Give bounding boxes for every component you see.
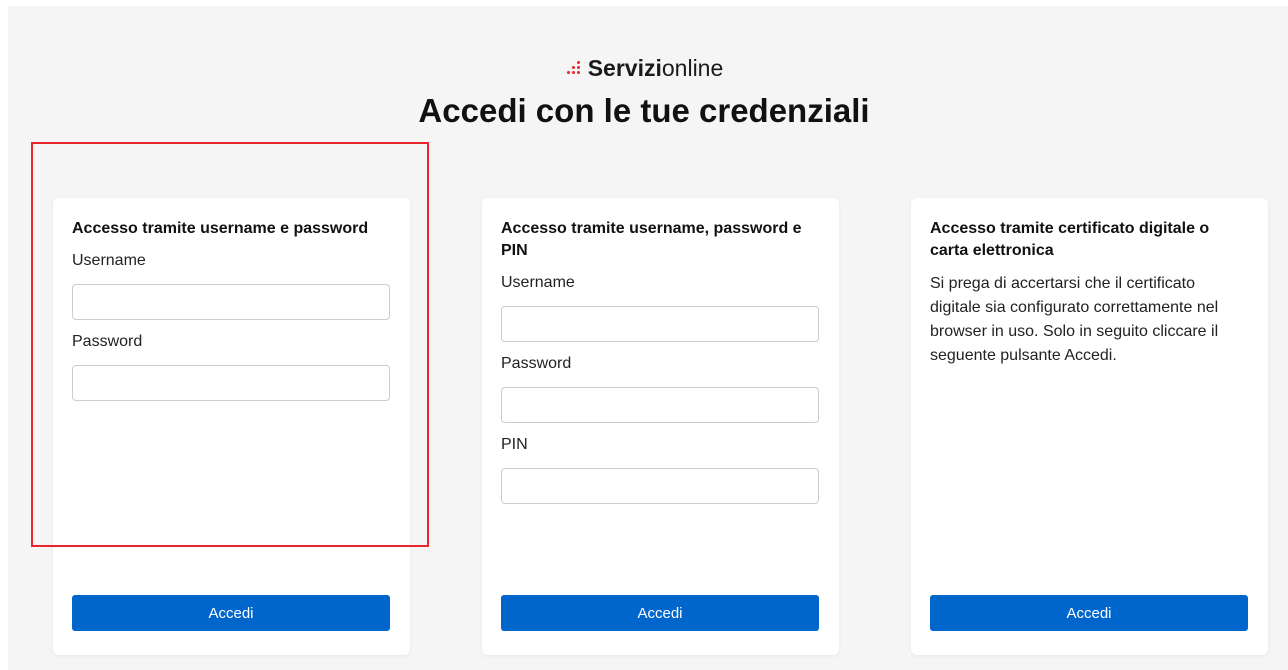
- pin-input[interactable]: [501, 468, 819, 504]
- username-input[interactable]: [72, 284, 390, 320]
- password-input[interactable]: [501, 387, 819, 423]
- username-label: Username: [72, 252, 146, 269]
- login-button[interactable]: Accedi: [501, 595, 819, 631]
- brand-dots-icon: [565, 60, 587, 76]
- card-title: Accesso tramite username e password: [72, 220, 369, 237]
- pin-label: PIN: [501, 436, 528, 453]
- card-title: Accesso tramite username, password e PIN: [501, 220, 802, 259]
- login-button[interactable]: Accedi: [72, 595, 390, 631]
- brand-name-bold: Servizi: [587, 55, 662, 81]
- password-input[interactable]: [72, 365, 390, 401]
- login-card-certificate: Accesso tramite certificato digitale o c…: [911, 198, 1268, 655]
- username-label: Username: [501, 274, 575, 291]
- login-button[interactable]: Accedi: [930, 595, 1248, 631]
- brand-name-rest: online: [661, 55, 724, 81]
- password-label: Password: [72, 333, 143, 350]
- card-title: Accesso tramite certificato digitale o c…: [930, 220, 1210, 259]
- login-card-password: Accesso tramite username e password User…: [53, 198, 410, 655]
- page-title: Accedi con le tue credenziali: [418, 92, 870, 129]
- certificate-instructions: Si prega di accertarsi che il certificat…: [930, 275, 1219, 364]
- username-input[interactable]: [501, 306, 819, 342]
- login-card-pin: Accesso tramite username, password e PIN…: [482, 198, 839, 655]
- password-label: Password: [501, 355, 572, 372]
- brand-logo: Servizionline: [0, 53, 1288, 83]
